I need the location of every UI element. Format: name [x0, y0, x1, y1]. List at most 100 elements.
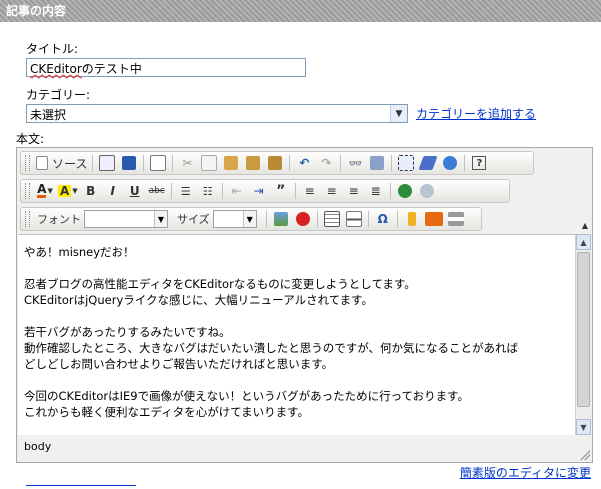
editor-scrollbar[interactable]: ▲ ▼ — [575, 234, 591, 435]
content-line: 忍者ブログの高性能エディタをCKEditorなるものに変更しようとしてます。 — [24, 277, 416, 291]
chevron-down-icon[interactable]: ▼ — [154, 211, 167, 227]
scissors-icon: ✂ — [182, 156, 193, 170]
align-right-button[interactable]: ≡ — [345, 182, 363, 200]
save-button[interactable] — [120, 154, 138, 172]
page-break-icon — [447, 212, 464, 226]
indent-button[interactable]: ⇥ — [250, 182, 268, 200]
paste-text-icon — [246, 156, 261, 170]
blockquote-button[interactable]: ” — [272, 182, 290, 200]
align-left-button[interactable]: ≡ — [301, 182, 319, 200]
align-justify-button[interactable]: ≣ — [367, 182, 385, 200]
title-input[interactable]: CKEditorのテスト中 — [26, 58, 306, 77]
text-color-icon: A — [37, 182, 47, 198]
flash-button[interactable] — [294, 210, 312, 228]
font-select[interactable]: ▼ — [84, 210, 168, 228]
numbered-list-button[interactable]: ☰ — [177, 182, 195, 200]
cut-button[interactable]: ✂ — [178, 154, 196, 172]
redo-button[interactable]: ↷ — [317, 154, 335, 172]
link-button[interactable] — [396, 182, 414, 200]
align-center-icon: ≡ — [326, 184, 337, 198]
bulleted-list-icon: ☷ — [202, 184, 213, 198]
size-label: サイズ — [177, 213, 210, 226]
content-line: どしどしお問い合わせよりご報告いただければと思います。 — [24, 357, 334, 371]
replace-icon — [370, 156, 385, 170]
toolbar-separator — [92, 155, 94, 171]
content-paragraph: 今回のCKEditorはIE9で画像が使えない！というバグがあったために行ってお… — [24, 388, 571, 420]
content-paragraph: 忍者ブログの高性能エディタをCKEditorなるものに変更しようとしてます。 CK… — [24, 276, 571, 308]
element-path-body[interactable]: body — [24, 440, 51, 453]
page-break-button[interactable] — [447, 210, 465, 228]
strike-button[interactable]: abc — [148, 182, 166, 200]
bulleted-list-button[interactable]: ☷ — [199, 182, 217, 200]
copy-button[interactable] — [200, 154, 218, 172]
title-value-rest: のテスト中 — [81, 62, 142, 76]
undo-button[interactable]: ↶ — [295, 154, 313, 172]
save-icon — [122, 156, 137, 170]
replace-button[interactable] — [368, 154, 386, 172]
maximize-button[interactable] — [441, 154, 459, 172]
editor-content[interactable]: やあ！misneyだお！ 忍者ブログの高性能エディタをCKEditorなるものに変… — [18, 234, 577, 435]
find-button[interactable]: 👓 — [346, 154, 364, 172]
rich-text-editor: ソース ✂ ↶ ↷ 👓 ? A ▼ A ▼ B I U abc ☰ ☷ ⇤ ⇥ … — [16, 147, 593, 463]
toolbar-grip — [25, 155, 30, 171]
special-char-button[interactable]: Ω — [374, 210, 392, 228]
toolbar-row-3: フォント ▼ サイズ ▼ Ω — [20, 207, 482, 231]
chevron-down-icon[interactable]: ▼ — [242, 211, 256, 227]
select-all-button[interactable] — [397, 154, 415, 172]
bold-button[interactable]: B — [82, 182, 100, 200]
switch-simple-editor-link[interactable]: 簡素版のエディタに変更 — [460, 464, 591, 481]
paste-text-button[interactable] — [244, 154, 262, 172]
toolbar-separator — [464, 155, 466, 171]
italic-button[interactable]: I — [104, 182, 122, 200]
scroll-up-icon[interactable]: ▲ — [576, 234, 591, 250]
table-button[interactable] — [323, 210, 341, 228]
align-right-icon: ≡ — [348, 184, 359, 198]
toolbar-separator — [396, 211, 398, 227]
unlink-button[interactable] — [418, 182, 436, 200]
chevron-down-icon[interactable]: ▼ — [390, 105, 407, 122]
size-select[interactable]: ▼ — [212, 210, 257, 228]
image-button[interactable] — [272, 210, 290, 228]
toolbar-row-1: ソース ✂ ↶ ↷ 👓 ? — [20, 151, 534, 175]
copy-icon — [201, 155, 218, 171]
remove-format-button[interactable] — [418, 154, 438, 172]
scroll-down-icon[interactable]: ▼ — [576, 419, 591, 435]
templates-button[interactable] — [149, 154, 167, 172]
category-label: カテゴリー: — [26, 88, 91, 102]
emoji-button[interactable] — [403, 210, 421, 228]
font-label: フォント — [37, 213, 81, 226]
outdent-button[interactable]: ⇤ — [228, 182, 246, 200]
paste-word-button[interactable] — [266, 154, 284, 172]
help-button[interactable]: ? — [470, 154, 488, 172]
resize-handle-icon[interactable] — [580, 450, 590, 460]
underline-button[interactable]: U — [126, 182, 144, 200]
paste-button[interactable] — [222, 154, 240, 172]
content-line: これからも軽く便利なエディタを心がけてまいります。 — [24, 405, 309, 419]
body-label: 本文: — [16, 132, 45, 146]
toolbar-separator — [170, 183, 172, 199]
align-justify-icon: ≣ — [370, 184, 381, 198]
category-select[interactable]: 未選択 ▼ — [26, 104, 408, 123]
toolbar-separator — [172, 155, 174, 171]
text-color-button[interactable]: A ▼ — [36, 182, 54, 200]
toolbar-separator — [391, 155, 393, 171]
section-header: 記事の内容 — [0, 0, 601, 22]
bg-color-button[interactable]: A ▼ — [58, 182, 78, 200]
link-icon — [397, 184, 412, 198]
add-category-link[interactable]: カテゴリーを追加する — [416, 105, 536, 122]
collapse-toolbar-icon[interactable]: ▲ — [582, 221, 588, 230]
indent-icon: ⇥ — [253, 184, 264, 198]
au-emoji-button[interactable] — [424, 210, 443, 228]
align-center-button[interactable]: ≡ — [323, 182, 341, 200]
scroll-thumb[interactable] — [577, 252, 590, 407]
horizontal-rule-button[interactable] — [345, 210, 363, 228]
source-icon — [36, 156, 48, 170]
toolbar-separator — [265, 211, 267, 227]
maximize-icon — [443, 156, 458, 170]
unlink-icon — [419, 184, 434, 198]
preview-button[interactable] — [98, 154, 116, 172]
help-icon: ? — [472, 156, 487, 170]
source-button[interactable]: ソース — [36, 154, 87, 172]
toolbar-separator — [340, 155, 342, 171]
table-icon — [323, 211, 340, 227]
